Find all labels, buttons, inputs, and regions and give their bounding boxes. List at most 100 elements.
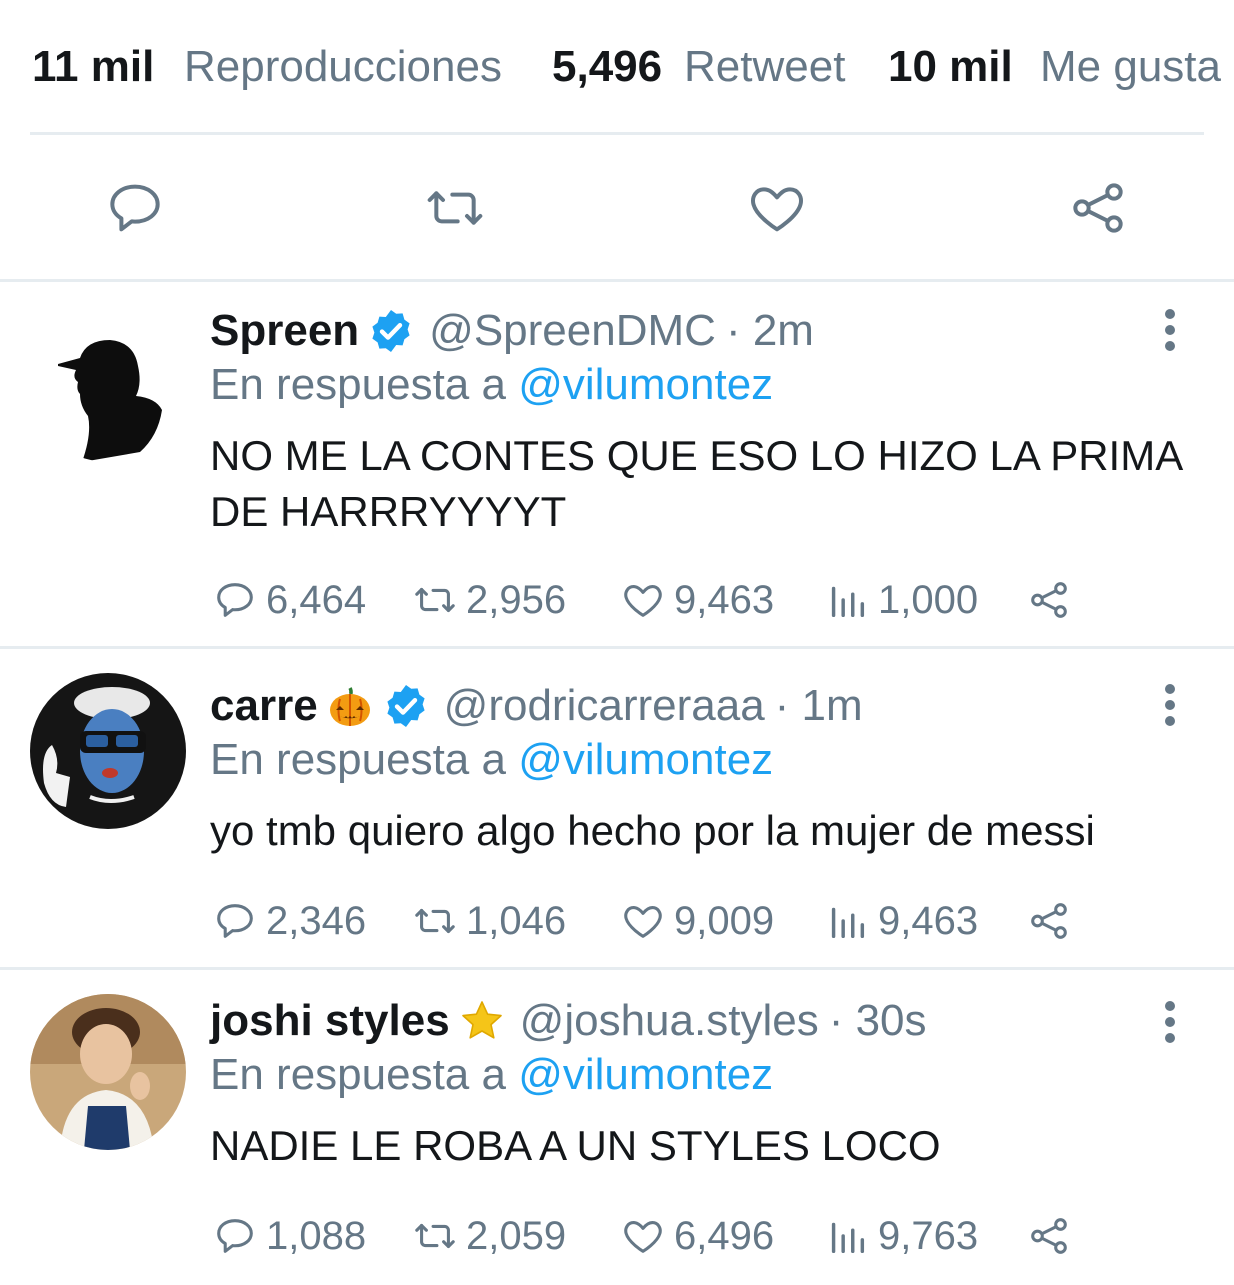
reply-prefix: En respuesta a — [210, 360, 506, 409]
timestamp: · 2m — [725, 306, 814, 355]
reply-prefix: En respuesta a — [210, 735, 506, 784]
retweet-icon — [415, 587, 455, 613]
reply-tweet[interactable]: carre @rodricarreraaa · 1m En respuesta … — [0, 649, 1234, 967]
views-action[interactable]: 9,763 — [824, 1210, 978, 1262]
verified-badge-icon — [367, 307, 415, 355]
more-options-button[interactable] — [1150, 998, 1190, 1046]
retweet-count: 2,059 — [466, 1213, 567, 1258]
author-handle[interactable]: @joshua.styles — [520, 994, 819, 1048]
tweet-text: NO ME LA CONTES QUE ESO LO HIZO LA PRIMA… — [210, 432, 1181, 535]
reply-tweet[interactable]: joshi styles @joshua.styles · 30s En res… — [0, 970, 1234, 1285]
analytics-icon — [831, 586, 865, 618]
more-vertical-icon — [1165, 309, 1175, 351]
profile-photo-image — [30, 673, 186, 829]
retweet-button[interactable] — [423, 176, 487, 240]
reply-context: En respuesta a @vilumontez — [210, 733, 773, 787]
avatar[interactable] — [30, 994, 186, 1150]
verified-badge-icon — [382, 682, 430, 730]
more-options-button[interactable] — [1150, 306, 1190, 354]
analytics-icon — [831, 907, 865, 939]
like-count: 9,463 — [674, 577, 775, 622]
more-options-button[interactable] — [1150, 681, 1190, 729]
share-action[interactable] — [1026, 895, 1072, 947]
more-vertical-icon — [1165, 684, 1175, 726]
share-action[interactable] — [1026, 574, 1072, 626]
reply-context: En respuesta a @vilumontez — [210, 358, 773, 412]
reply-action[interactable]: 6,464 — [212, 574, 366, 626]
heart-icon — [624, 906, 662, 938]
reply-prefix: En respuesta a — [210, 1050, 506, 1099]
reply-count: 1,088 — [266, 1213, 367, 1258]
retweet-icon — [415, 1223, 455, 1249]
views-count: 1,000 — [878, 577, 979, 622]
like-count: 9,009 — [674, 898, 775, 943]
timestamp: · 1m — [774, 681, 863, 730]
reply-mention-link[interactable]: @vilumontez — [518, 1050, 773, 1099]
comment-icon — [110, 184, 160, 232]
reply-action[interactable]: 1,088 — [212, 1210, 366, 1262]
tweet-text: NADIE LE ROBA A UN STYLES LOCO — [210, 1122, 941, 1169]
views-action[interactable]: 9,463 — [824, 895, 978, 947]
reply-count: 6,464 — [266, 577, 367, 622]
heart-icon — [751, 187, 803, 232]
share-icon — [1073, 183, 1123, 233]
pumpkin-emoji-icon — [326, 682, 374, 730]
share-button[interactable] — [1066, 176, 1130, 240]
avatar[interactable] — [30, 306, 186, 462]
reply-button[interactable] — [103, 176, 167, 240]
like-action[interactable]: 9,463 — [620, 574, 774, 626]
share-icon — [1031, 903, 1067, 939]
views-count: 9,763 — [878, 1213, 979, 1258]
reply-count: 2,346 — [266, 898, 367, 943]
retweet-action[interactable]: 1,046 — [412, 895, 566, 947]
reply-tweet[interactable]: Spreen @SpreenDMC · 2m En respuesta a @v… — [0, 282, 1234, 646]
tweet-action-bar: 1,088 2,059 6,496 9,763 — [210, 1210, 1210, 1262]
share-icon — [1031, 1218, 1067, 1254]
views-count: 11 mil — [32, 42, 155, 91]
tweet-stats: 11 mil Reproducciones 5,496 Retweet 10 m… — [0, 0, 1234, 133]
share-icon — [1031, 582, 1067, 618]
retweet-action[interactable]: 2,956 — [412, 574, 566, 626]
comment-icon — [217, 1219, 253, 1253]
reply-mention-link[interactable]: @vilumontez — [518, 735, 773, 784]
silhouette-avatar-image — [30, 306, 186, 462]
like-button[interactable] — [745, 176, 809, 240]
retweet-icon — [415, 908, 455, 934]
analytics-icon — [831, 1222, 865, 1254]
retweets-count: 5,496 — [552, 42, 663, 91]
retweet-count: 2,956 — [466, 577, 567, 622]
tweet-text: yo tmb quiero algo hecho por la mujer de… — [210, 807, 1095, 854]
timestamp: · 30s — [828, 996, 927, 1045]
likes-label[interactable]: Me gusta — [1040, 40, 1221, 94]
tweet-action-bar: 2,346 1,046 9,009 9,463 — [210, 895, 1210, 947]
author-handle[interactable]: @rodricarreraaa — [444, 679, 765, 733]
comment-icon — [217, 904, 253, 938]
divider — [30, 132, 1204, 135]
author-name[interactable]: joshi styles — [210, 994, 450, 1048]
main-action-bar — [0, 136, 1234, 280]
reply-action[interactable]: 2,346 — [212, 895, 366, 947]
views-action[interactable]: 1,000 — [824, 574, 978, 626]
heart-icon — [624, 585, 662, 617]
views-label[interactable]: Reproducciones — [184, 40, 502, 94]
like-count: 6,496 — [674, 1213, 775, 1258]
star-emoji-icon — [458, 997, 506, 1045]
avatar[interactable] — [30, 673, 186, 829]
like-action[interactable]: 6,496 — [620, 1210, 774, 1262]
heart-icon — [624, 1221, 662, 1253]
comment-icon — [217, 583, 253, 617]
retweet-action[interactable]: 2,059 — [412, 1210, 566, 1262]
views-count: 9,463 — [878, 898, 979, 943]
retweet-count: 1,046 — [466, 898, 567, 943]
author-handle[interactable]: @SpreenDMC — [429, 304, 716, 358]
share-action[interactable] — [1026, 1210, 1072, 1262]
retweet-icon — [427, 191, 483, 225]
author-name[interactable]: Spreen — [210, 304, 359, 358]
like-action[interactable]: 9,009 — [620, 895, 774, 947]
profile-photo-image — [30, 994, 186, 1150]
author-name[interactable]: carre — [210, 679, 318, 733]
tweet-action-bar: 6,464 2,956 9,463 1,000 — [210, 574, 1210, 626]
reply-mention-link[interactable]: @vilumontez — [518, 360, 773, 409]
reply-context: En respuesta a @vilumontez — [210, 1048, 773, 1102]
retweets-label[interactable]: Retweet — [684, 40, 845, 94]
